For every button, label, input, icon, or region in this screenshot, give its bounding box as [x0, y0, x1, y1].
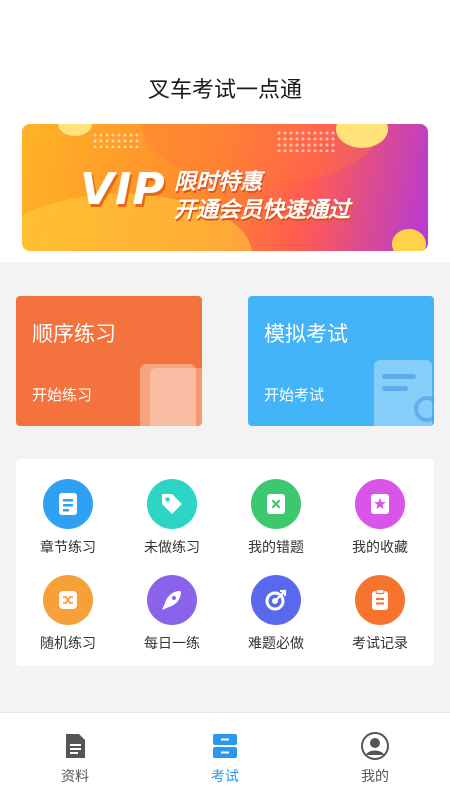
exam-icon	[210, 731, 240, 761]
chapter-icon	[43, 479, 93, 529]
target-icon	[251, 575, 301, 625]
document-icon	[60, 731, 90, 761]
tag-icon	[147, 479, 197, 529]
feature-label: 我的收藏	[352, 540, 408, 556]
banner-dots-decoration	[92, 132, 142, 148]
tab-label: 我的	[361, 769, 389, 785]
clipboard-icon	[355, 575, 405, 625]
feature-label: 我的错题	[248, 540, 304, 556]
feature-label: 未做练习	[144, 540, 200, 556]
sequential-practice-card[interactable]: 顺序练习 开始练习	[16, 296, 202, 426]
feature-label: 难题必做	[248, 636, 304, 652]
feature-label: 每日一练	[144, 636, 200, 652]
feature-label: 章节练习	[40, 540, 96, 556]
card-subtitle: 开始考试	[264, 386, 325, 404]
tab-profile[interactable]: 我的	[300, 713, 450, 800]
banner-dots-decoration	[276, 130, 336, 152]
favorite-icon	[355, 479, 405, 529]
feature-label: 随机练习	[40, 636, 96, 652]
profile-icon	[360, 731, 390, 761]
feature-my-favorites[interactable]: 我的收藏	[328, 459, 432, 556]
paper-stamp-decoration	[414, 396, 434, 422]
feature-daily-practice[interactable]: 每日一练	[120, 555, 224, 652]
vip-badge-text: VIP	[80, 164, 166, 215]
tab-label: 考试	[211, 769, 239, 785]
feature-random-practice[interactable]: 随机练习	[16, 555, 120, 652]
feature-label: 考试记录	[352, 636, 408, 652]
tab-label: 资料	[61, 769, 89, 785]
mock-exam-card[interactable]: 模拟考试 开始考试	[248, 296, 434, 426]
page-title: 叉车考试一点通	[147, 78, 302, 103]
shuffle-icon	[43, 575, 93, 625]
paper-line-decoration	[382, 386, 408, 391]
card-title: 模拟考试	[264, 322, 348, 346]
feature-hard-questions[interactable]: 难题必做	[224, 555, 328, 652]
stacked-papers-icon	[150, 368, 202, 426]
paper-line-decoration	[382, 374, 416, 379]
error-book-icon	[251, 479, 301, 529]
banner-bubble-decoration	[58, 124, 92, 136]
banner-promo-line2: 开通会员快速通过	[174, 198, 351, 223]
feature-grid: 章节练习 未做练习 我的错题 我的收藏 随机练习 每日一练 难题必做 考试记录	[16, 459, 434, 666]
banner-bubble-decoration	[392, 229, 426, 251]
vip-banner[interactable]: VIP 限时特惠 开通会员快速通过	[22, 124, 428, 251]
card-title: 顺序练习	[32, 322, 116, 346]
tab-exam[interactable]: 考试	[150, 713, 300, 800]
feature-undone-practice[interactable]: 未做练习	[120, 459, 224, 556]
tab-materials[interactable]: 资料	[0, 713, 150, 800]
feature-my-errors[interactable]: 我的错题	[224, 459, 328, 556]
feature-exam-records[interactable]: 考试记录	[328, 555, 432, 652]
card-subtitle: 开始练习	[32, 386, 93, 404]
header: 叉车考试一点通	[0, 0, 450, 120]
bottom-tab-bar: 资料 考试 我的	[0, 712, 450, 800]
rocket-icon	[147, 575, 197, 625]
feature-chapter-practice[interactable]: 章节练习	[16, 459, 120, 556]
